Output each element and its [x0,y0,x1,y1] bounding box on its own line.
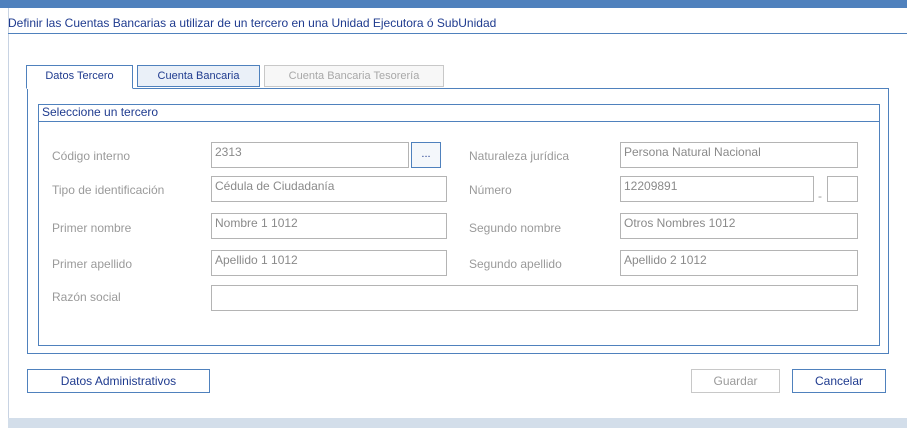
razon-social-label: Razón social [52,290,121,304]
section-title: Seleccione un tercero [38,104,880,122]
tab-label: Cuenta Bancaria Tesorería [288,70,420,82]
lookup-tercero-button[interactable]: ... [411,142,441,168]
tab-label: Datos Tercero [45,70,114,82]
title-bar: Definir las Cuentas Bancarias a utilizar… [8,8,907,34]
tab-cuenta-bancaria[interactable]: Cuenta Bancaria [137,65,260,87]
segundo-nombre-field[interactable]: Otros Nombres 1012 [620,213,858,239]
segundo-apellido-field[interactable]: Apellido 2 1012 [620,250,858,276]
codigo-interno-field[interactable]: 2313 [211,142,409,168]
tipo-identificacion-label: Tipo de identificación [52,183,165,197]
window-bottom-bar [8,418,907,428]
window-left-edge [8,8,9,420]
tipo-identificacion-field[interactable]: Cédula de Ciudadanía [211,176,447,202]
codigo-interno-label: Código interno [52,149,131,163]
numero-separator: - [818,189,822,203]
segundo-nombre-label: Segundo nombre [469,221,562,235]
guardar-button: Guardar [691,369,780,393]
segundo-apellido-label: Segundo apellido [469,257,562,271]
primer-apellido-label: Primer apellido [52,257,133,271]
tab-label: Cuenta Bancaria [157,70,240,82]
numero-field[interactable]: 12209891 [620,176,814,202]
window-top-bar [0,0,907,8]
primer-apellido-field[interactable]: Apellido 1 1012 [211,250,447,276]
tab-datos-tercero[interactable]: Datos Tercero [26,65,133,89]
primer-nombre-field[interactable]: Nombre 1 1012 [211,213,447,239]
datos-administrativos-button[interactable]: Datos Administrativos [27,369,210,393]
naturaleza-juridica-field[interactable]: Persona Natural Nacional [620,142,858,168]
naturaleza-juridica-label: Naturaleza jurídica [469,149,570,163]
digito-verificacion-field[interactable] [827,176,858,202]
primer-nombre-label: Primer nombre [52,221,132,235]
numero-label: Número [469,183,512,197]
cancelar-button[interactable]: Cancelar [792,369,886,393]
tab-cuenta-bancaria-tesoreria: Cuenta Bancaria Tesorería [264,65,444,87]
page-title: Definir las Cuentas Bancarias a utilizar… [8,16,497,30]
razon-social-field[interactable] [211,285,858,311]
